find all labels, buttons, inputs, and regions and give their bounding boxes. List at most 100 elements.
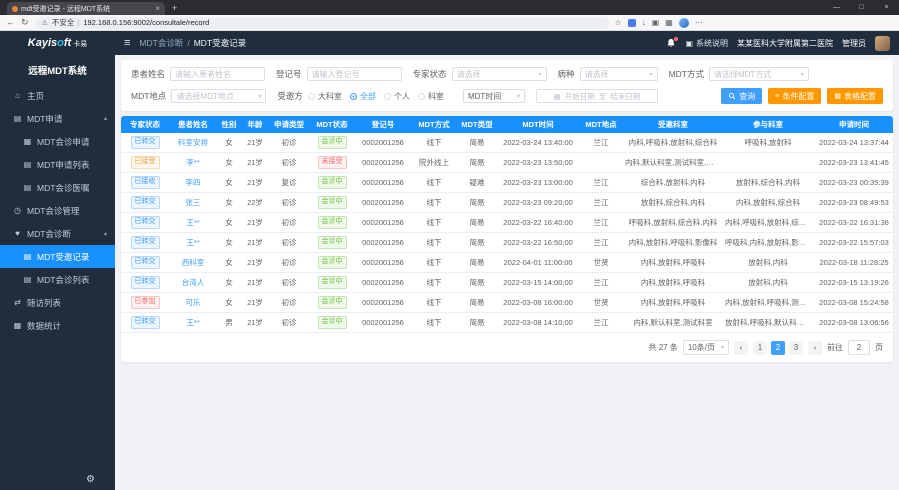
page-button-3[interactable]: 3 [789, 341, 803, 355]
cell-mdt_type: 简易 [457, 253, 497, 273]
user-avatar[interactable] [875, 36, 890, 51]
cell-mdt_type: 简易 [457, 233, 497, 253]
invitee-radio-大科室[interactable]: 大科室 [308, 91, 342, 102]
sidebar-item-mdt-apply[interactable]: ▤MDT申请▴ [0, 107, 115, 130]
patient-name-link[interactable]: 王** [186, 318, 199, 327]
cell-expert_status: 已转交 [121, 213, 169, 233]
table-row: 已转交台湾人女21岁初诊会诊中0002001256线下简易2022-03-15 … [121, 273, 893, 293]
browser-tab-bar: mdt受邀记录 - 远程MDT系统 × + — □ × [0, 0, 899, 15]
cell-mdt_type: 简易 [457, 213, 497, 233]
calendar-icon: ▦ [554, 92, 561, 101]
next-page-button[interactable]: › [808, 341, 822, 355]
cell-mdt_status: 会诊中 [309, 293, 355, 313]
apps-grid-icon[interactable]: ▦ [665, 18, 673, 27]
mdt-place-select[interactable]: 请选择MDT地点 ▾ [171, 89, 266, 103]
patient-name-link[interactable]: 科室安排 [178, 138, 208, 147]
sidebar-item-mdt-apply-create[interactable]: ▦MDT会诊申请 [0, 130, 115, 153]
refresh-icon[interactable]: ↻ [21, 18, 29, 27]
favorites-star-icon[interactable]: ☆ [615, 18, 622, 27]
expert-status-tag: 已转交 [131, 236, 160, 249]
invitee-radio-全部[interactable]: 全部 [350, 91, 376, 102]
cell-apply_type: 初诊 [269, 133, 309, 153]
cell-expert_status: 已转交 [121, 233, 169, 253]
cell-apply_time: 2022-03-23 13:41:45 [813, 153, 893, 173]
cell-invited_depts: 内科,放射科,呼吸科 [623, 253, 723, 273]
patient-name-link[interactable]: 李四 [186, 178, 201, 187]
register-no-input[interactable] [307, 67, 402, 81]
sidebar-item-followup-list[interactable]: ⇄随访列表 [0, 291, 115, 314]
maximize-button[interactable]: □ [849, 0, 874, 15]
cell-name: 王** [169, 233, 217, 253]
address-bar[interactable]: ⚠ 不安全 192.168.0.156:9002/consultale/reco… [35, 17, 609, 29]
patient-name-input[interactable] [170, 67, 265, 81]
expert-status-tag: 已接受 [131, 156, 160, 169]
divider [78, 19, 79, 27]
prev-page-button[interactable]: ‹ [734, 341, 748, 355]
notifications-bell-icon[interactable] [666, 38, 676, 48]
condition-config-button[interactable]: ≡ 条件配置 [768, 88, 821, 104]
sidebar-toggle-icon[interactable]: ≡ [124, 38, 130, 49]
sidebar-item-mdt-diagnose[interactable]: ♥MDT会诊断▴ [0, 222, 115, 245]
cell-mdt_place: 兰江 [579, 193, 623, 213]
table-header-row: 专家状态患者姓名性别年龄申请类型MDT状态登记号MDT方式MDT类型MDT时间M… [121, 116, 893, 133]
patient-name-link[interactable]: 可乐 [186, 298, 201, 307]
mdt-mode-select[interactable]: 请选择MDT方式 ▾ [709, 67, 809, 81]
date-range-picker[interactable]: ▦ 开始日期 至 结束日期 [536, 89, 658, 103]
browser-tab[interactable]: mdt受邀记录 - 远程MDT系统 × [7, 2, 165, 15]
tab-close-icon[interactable]: × [155, 5, 160, 13]
table-config-button[interactable]: ▦ 表格配置 [827, 88, 883, 104]
settings-gear-icon[interactable]: ⚙ [86, 474, 95, 485]
browser-toolbar-icons: ☆ ↓ ▣ ▦ ⋯ [615, 18, 703, 28]
extension-icon[interactable] [628, 19, 636, 27]
back-icon[interactable]: ← [6, 18, 15, 27]
goto-page-input[interactable] [848, 340, 870, 355]
page-button-1[interactable]: 1 [753, 341, 767, 355]
sidebar-menu: ⌂主页▤MDT申请▴▦MDT会诊申请▤MDT申请列表▤MDT会诊医嘱◷MDT会诊… [0, 84, 115, 337]
browser-menu-icon[interactable]: ⋯ [695, 18, 703, 27]
sidebar-item-mdt-apply-list[interactable]: ▤MDT申请列表 [0, 153, 115, 176]
search-button[interactable]: 查询 [721, 88, 762, 104]
browser-profile-avatar[interactable] [679, 18, 689, 28]
expert-status-select[interactable]: 请选择 ▾ [452, 67, 547, 81]
sidebar-item-mdt-invite-records[interactable]: ▤MDT受邀记录 [0, 245, 115, 268]
cell-register_no: 0002001256 [355, 153, 411, 173]
patient-name-link[interactable]: 张三 [186, 198, 201, 207]
page-size-select[interactable]: 10条/页 ▾ [683, 340, 729, 355]
cell-age: 22岁 [241, 193, 269, 213]
sidebar-item-mdt-manage[interactable]: ◷MDT会诊管理 [0, 199, 115, 222]
chevron-up-icon: ▴ [104, 115, 107, 122]
download-icon[interactable]: ↓ [642, 18, 646, 27]
disease-select[interactable]: 请选择 ▾ [580, 67, 658, 81]
invitee-radio-科室[interactable]: 科室 [418, 91, 444, 102]
cell-age: 21岁 [241, 173, 269, 193]
cell-age: 21岁 [241, 233, 269, 253]
cell-register_no: 0002001256 [355, 313, 411, 333]
sidebar-item-home[interactable]: ⌂主页 [0, 84, 115, 107]
sidebar-item-mdt-orders[interactable]: ▤MDT会诊医嘱 [0, 176, 115, 199]
sidebar-item-label: 随访列表 [27, 297, 61, 309]
patient-name-link[interactable]: 台湾人 [182, 278, 205, 287]
sidebar-item-mdt-consult-list[interactable]: ▤MDT会诊列表 [0, 268, 115, 291]
invitee-radio-个人[interactable]: 个人 [384, 91, 410, 102]
patient-name-link[interactable]: 李** [186, 158, 199, 167]
patient-name-link[interactable]: 王** [186, 238, 199, 247]
patient-name-link[interactable]: 王** [186, 218, 199, 227]
close-window-button[interactable]: × [874, 0, 899, 15]
collections-icon[interactable]: ▣ [652, 18, 660, 27]
mdt-status-tag: 会诊中 [318, 316, 347, 329]
cell-name: 王** [169, 213, 217, 233]
page-button-2[interactable]: 2 [771, 341, 785, 355]
cell-mdt_status: 会诊中 [309, 253, 355, 273]
record-icon: ▤ [23, 252, 32, 261]
system-help-link[interactable]: ▣ 系统说明 [685, 38, 728, 49]
browser-toolbar: ← ↻ ⚠ 不安全 192.168.0.156:9002/consultale/… [0, 15, 899, 31]
mdt-time-select[interactable]: MDT时间 ▾ [463, 89, 525, 103]
sidebar-item-statistics[interactable]: ▦数据统计 [0, 314, 115, 337]
cell-invited_depts: 内科,放射科,呼吸科 [623, 273, 723, 293]
minimize-button[interactable]: — [824, 0, 849, 15]
new-tab-button[interactable]: + [172, 1, 177, 15]
mdt-status-tag: 会诊中 [318, 136, 347, 149]
patient-name-link[interactable]: 西科室 [182, 258, 205, 267]
cell-joined_depts [723, 153, 813, 173]
cell-mdt_status: 会诊中 [309, 213, 355, 233]
